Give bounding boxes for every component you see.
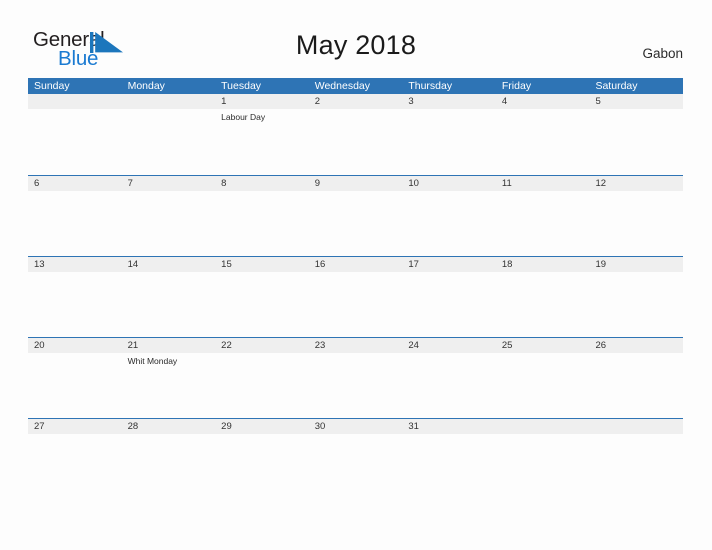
day-cell[interactable]: Labour Day xyxy=(215,109,309,174)
week-body-band xyxy=(28,272,683,337)
country-label: Gabon xyxy=(642,46,683,61)
day-cell[interactable] xyxy=(496,109,590,174)
page-title: May 2018 xyxy=(295,30,417,60)
weekday-header-sunday: Sunday xyxy=(34,80,70,92)
day-number[interactable]: 9 xyxy=(309,176,403,191)
day-cell[interactable] xyxy=(309,109,403,174)
day-number[interactable]: 12 xyxy=(589,176,683,191)
day-number[interactable]: 18 xyxy=(496,257,590,272)
day-cell[interactable] xyxy=(215,272,309,337)
day-number[interactable]: 23 xyxy=(309,338,403,353)
day-number[interactable]: 10 xyxy=(402,176,496,191)
day-cell[interactable] xyxy=(402,434,496,499)
day-cell[interactable] xyxy=(402,191,496,256)
day-cell[interactable] xyxy=(496,191,590,256)
day-cell[interactable] xyxy=(215,353,309,418)
day-cell[interactable] xyxy=(309,434,403,499)
day-event-label: Whit Monday xyxy=(127,356,178,366)
day-number[interactable]: 11 xyxy=(496,176,590,191)
week-date-band: 20 21 22 23 24 25 26 xyxy=(28,338,683,353)
day-number[interactable]: 17 xyxy=(402,257,496,272)
day-number[interactable]: 4 xyxy=(496,94,590,109)
week-date-band: 13 14 15 16 17 18 19 xyxy=(28,257,683,272)
weekday-header-thursday: Thursday xyxy=(408,80,453,92)
weekday-header-tuesday: Tuesday xyxy=(221,80,262,92)
day-cell[interactable] xyxy=(589,434,683,499)
day-number[interactable]: 8 xyxy=(215,176,309,191)
day-cell[interactable] xyxy=(28,434,122,499)
day-number[interactable]: 22 xyxy=(215,338,309,353)
calendar-week-row: 6 7 8 9 10 11 12 xyxy=(28,175,683,256)
day-number[interactable]: 5 xyxy=(589,94,683,109)
day-cell[interactable] xyxy=(496,272,590,337)
day-cell[interactable] xyxy=(215,191,309,256)
day-number[interactable]: 24 xyxy=(402,338,496,353)
day-cell[interactable] xyxy=(28,191,122,256)
day-number[interactable]: 21 xyxy=(122,338,216,353)
week-date-band: 6 7 8 9 10 11 12 xyxy=(28,176,683,191)
day-number[interactable]: 30 xyxy=(309,419,403,434)
day-number[interactable]: 3 xyxy=(402,94,496,109)
day-cell[interactable] xyxy=(309,272,403,337)
day-number[interactable]: 1 xyxy=(215,94,309,109)
day-cell[interactable] xyxy=(589,353,683,418)
day-cell[interactable] xyxy=(496,353,590,418)
day-number[interactable]: 19 xyxy=(589,257,683,272)
day-number[interactable]: 26 xyxy=(589,338,683,353)
day-cell[interactable] xyxy=(496,434,590,499)
page-header: General Blue May 2018 Gabon xyxy=(0,0,712,78)
day-cell[interactable] xyxy=(122,272,216,337)
day-cell[interactable] xyxy=(402,272,496,337)
day-cell[interactable] xyxy=(28,109,122,174)
day-event-label: Labour Day xyxy=(221,112,266,122)
day-number[interactable] xyxy=(122,94,216,109)
day-cell[interactable] xyxy=(122,191,216,256)
week-body-band xyxy=(28,434,683,499)
day-number[interactable]: 28 xyxy=(122,419,216,434)
day-cell[interactable] xyxy=(589,191,683,256)
day-cell[interactable] xyxy=(122,434,216,499)
day-number[interactable]: 7 xyxy=(122,176,216,191)
day-number[interactable] xyxy=(589,419,683,434)
day-number[interactable]: 25 xyxy=(496,338,590,353)
calendar-week-row: 13 14 15 16 17 18 19 xyxy=(28,256,683,337)
day-cell[interactable] xyxy=(122,109,216,174)
weekday-header-monday: Monday xyxy=(127,80,165,92)
day-cell[interactable] xyxy=(589,109,683,174)
day-number[interactable] xyxy=(496,419,590,434)
week-body-band xyxy=(28,191,683,256)
calendar-week-row: 27 28 29 30 31 xyxy=(28,418,683,499)
weekday-header-wednesday: Wednesday xyxy=(314,80,370,92)
day-cell[interactable]: Whit Monday xyxy=(122,353,216,418)
day-number[interactable]: 20 xyxy=(28,338,122,353)
calendar-grid: Sunday Monday Tuesday Wednesday Thursday… xyxy=(28,78,683,499)
day-number[interactable]: 16 xyxy=(309,257,403,272)
weekday-header-friday: Friday xyxy=(501,80,532,92)
week-date-band: 27 28 29 30 31 xyxy=(28,419,683,434)
day-cell[interactable] xyxy=(309,353,403,418)
week-body-band: Whit Monday xyxy=(28,353,683,418)
day-cell[interactable] xyxy=(309,191,403,256)
day-cell[interactable] xyxy=(28,272,122,337)
day-cell[interactable] xyxy=(589,272,683,337)
calendar-week-row: 1 2 3 4 5 Labour Day xyxy=(28,94,683,175)
weekday-header-row: Sunday Monday Tuesday Wednesday Thursday… xyxy=(28,78,683,94)
day-number[interactable]: 6 xyxy=(28,176,122,191)
day-number[interactable]: 27 xyxy=(28,419,122,434)
day-cell[interactable] xyxy=(402,353,496,418)
day-number[interactable] xyxy=(28,94,122,109)
day-cell[interactable] xyxy=(402,109,496,174)
calendar-week-row: 20 21 22 23 24 25 26 Whit Monday xyxy=(28,337,683,418)
day-number[interactable]: 13 xyxy=(28,257,122,272)
day-cell[interactable] xyxy=(28,353,122,418)
day-cell[interactable] xyxy=(215,434,309,499)
day-number[interactable]: 31 xyxy=(402,419,496,434)
day-number[interactable]: 15 xyxy=(215,257,309,272)
weekday-header-saturday: Saturday xyxy=(595,80,638,92)
week-date-band: 1 2 3 4 5 xyxy=(28,94,683,109)
week-body-band: Labour Day xyxy=(28,109,683,174)
day-number[interactable]: 29 xyxy=(215,419,309,434)
day-number[interactable]: 2 xyxy=(309,94,403,109)
day-number[interactable]: 14 xyxy=(122,257,216,272)
